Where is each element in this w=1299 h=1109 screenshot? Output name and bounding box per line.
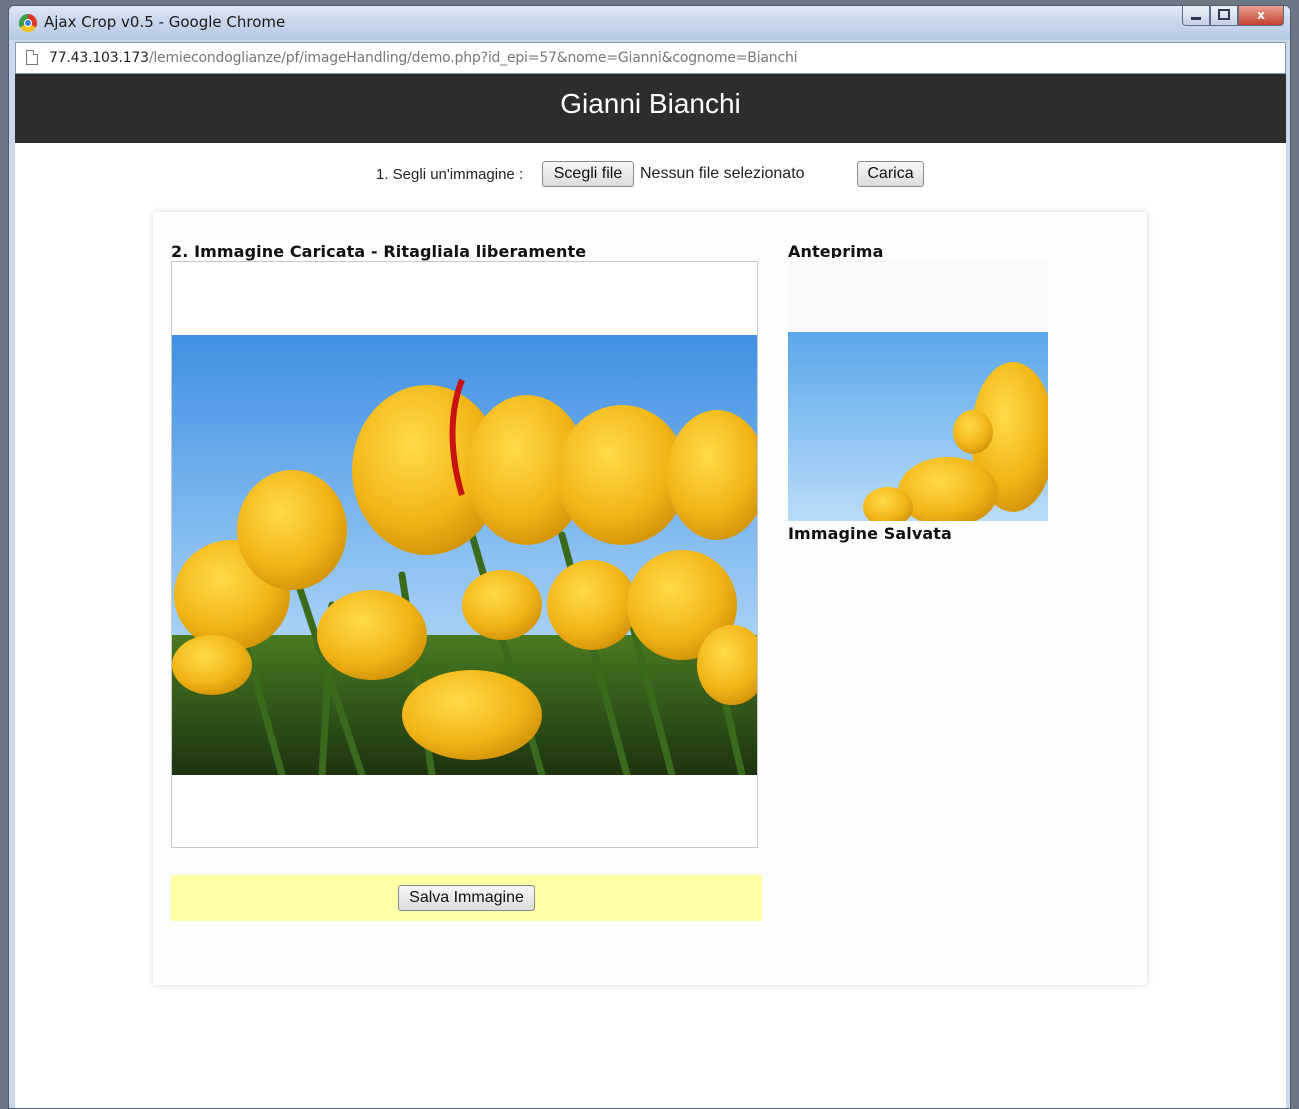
chrome-icon: [19, 14, 37, 32]
minimize-icon[interactable]: [1182, 6, 1210, 26]
url-path: /lemiecondoglianze/pf/imageHandling/demo…: [148, 50, 798, 66]
maximize-icon[interactable]: [1210, 6, 1238, 26]
page-icon: [26, 50, 38, 65]
no-file-text: Nessun file selezionato: [640, 165, 805, 182]
url-text[interactable]: 77.43.103.173/lemiecondoglianze/pf/image…: [49, 50, 798, 66]
close-icon[interactable]: x: [1238, 6, 1284, 26]
title-bar[interactable]: Ajax Crop v0.5 - Google Chrome x: [9, 6, 1290, 40]
url-host: 77.43.103.173: [49, 50, 149, 66]
page-title: Gianni Bianchi: [560, 88, 741, 119]
crop-panel: 2. Immagine Caricata - Ritagliala libera…: [153, 212, 1147, 985]
window-title: Ajax Crop v0.5 - Google Chrome: [44, 13, 286, 31]
save-bar: Salva Immagine: [171, 875, 762, 921]
upload-row: 1. Segli un'immagine : Scegli file Nessu…: [15, 161, 1286, 187]
save-image-button[interactable]: Salva Immagine: [398, 885, 535, 911]
page-header: Gianni Bianchi: [15, 74, 1286, 143]
window-controls: x: [1182, 6, 1284, 26]
choose-file-button[interactable]: Scegli file: [542, 161, 634, 187]
preview-image: [788, 332, 1048, 521]
loaded-image-title: 2. Immagine Caricata - Ritagliala libera…: [171, 242, 587, 261]
browser-window: Ajax Crop v0.5 - Google Chrome x 77.43.1…: [8, 5, 1291, 1109]
address-bar[interactable]: 77.43.103.173/lemiecondoglianze/pf/image…: [15, 42, 1286, 74]
crop-area[interactable]: [171, 261, 758, 848]
saved-image-title: Immagine Salvata: [788, 524, 952, 543]
upload-button[interactable]: Carica: [857, 161, 924, 187]
uploaded-image[interactable]: [172, 335, 757, 775]
preview-box: [788, 258, 1048, 521]
page-viewport: Gianni Bianchi 1. Segli un'immagine : Sc…: [15, 74, 1286, 1108]
upload-label: 1. Segli un'immagine :: [376, 166, 524, 183]
